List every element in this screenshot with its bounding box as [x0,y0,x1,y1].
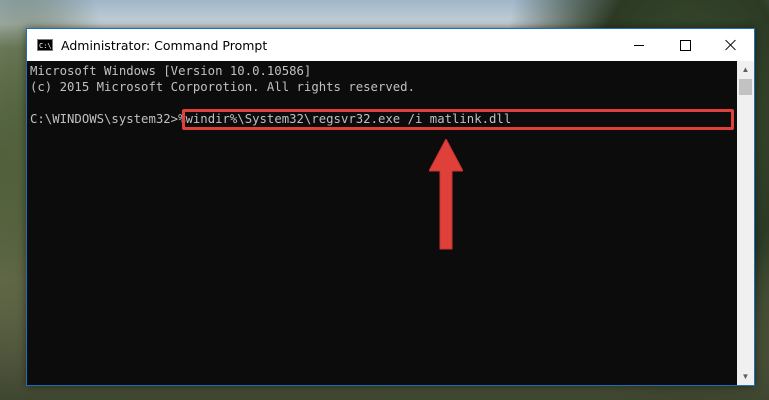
up-arrow-icon [429,139,463,250]
command-prompt-icon[interactable]: C:\ [37,39,53,51]
close-icon [725,39,737,51]
console-line-version: Microsoft Windows [Version 10.0.10586] [30,64,312,78]
title-bar[interactable]: C:\ Administrator: Command Prompt [27,29,754,61]
console-output[interactable]: Microsoft Windows [Version 10.0.10586] (… [27,61,737,385]
minimize-button[interactable] [616,29,662,61]
scroll-down-icon[interactable]: ▼ [737,368,754,385]
minimize-icon [634,44,644,46]
command-highlight-box [182,109,734,130]
vertical-scrollbar[interactable]: ▲ ▼ [737,61,754,385]
console-line-copyright: (c) 2015 Microsoft Corporotion. All righ… [30,80,415,94]
maximize-button[interactable] [662,29,708,61]
command-prompt-window: C:\ Administrator: Command Prompt Micros… [26,28,755,386]
window-title: Administrator: Command Prompt [61,38,268,53]
console-prompt: C:\WINDOWS\system32> [30,112,179,126]
scroll-thumb[interactable] [739,79,752,95]
close-button[interactable] [708,29,754,61]
scroll-up-icon[interactable]: ▲ [737,61,754,78]
maximize-icon [679,39,691,51]
